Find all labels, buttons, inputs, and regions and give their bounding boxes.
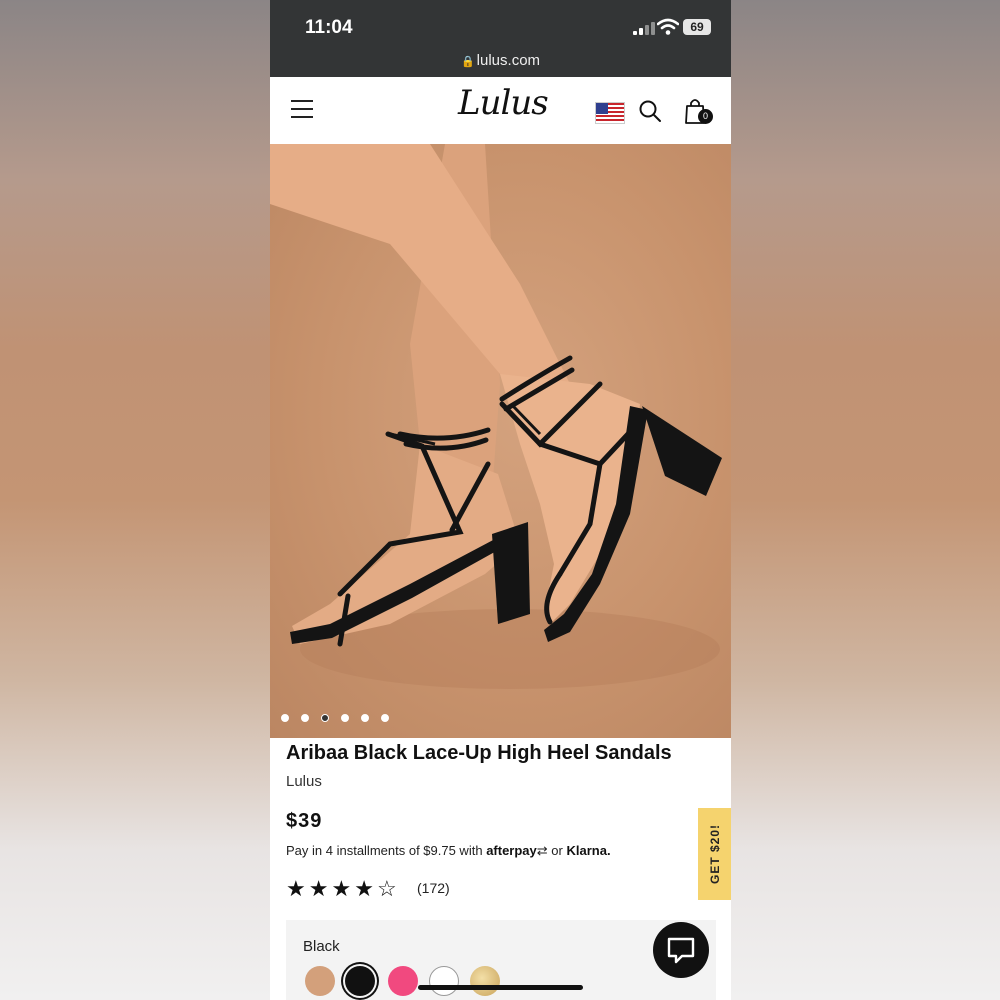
afterpay-icon: ⇄	[536, 843, 548, 858]
star-filled-icon: ★	[354, 876, 377, 901]
star-filled-icon: ★	[308, 876, 332, 901]
search-icon[interactable]	[638, 99, 662, 123]
gallery-dot[interactable]	[341, 714, 349, 722]
swatch-nude[interactable]	[305, 966, 335, 996]
url-text: lulus.com	[476, 52, 541, 69]
sandals-photo	[270, 144, 722, 689]
product-title: Aribaa Black Lace-Up High Heel Sandals	[286, 742, 672, 764]
or-text: or	[551, 843, 563, 858]
chat-bubble-icon	[667, 937, 695, 964]
cart-count-badge: 0	[698, 109, 713, 124]
gallery-dot[interactable]	[381, 714, 389, 722]
klarna-logo[interactable]: Klarna.	[566, 843, 610, 858]
menu-icon[interactable]	[291, 100, 313, 118]
swatch-white[interactable]	[429, 966, 459, 996]
status-bar: 11:04 69 🔒 lulus.com	[270, 0, 731, 77]
promo-tab[interactable]: GET $20!	[698, 808, 731, 900]
home-indicator[interactable]	[418, 985, 583, 990]
selected-color-label: Black	[303, 938, 340, 955]
gallery-dot[interactable]	[301, 714, 309, 722]
wifi-icon	[657, 18, 679, 35]
chat-button[interactable]	[653, 922, 709, 978]
installments-info: Pay in 4 installments of $9.75 with afte…	[286, 843, 611, 859]
installments-text: Pay in 4 installments of $9.75 with	[286, 843, 483, 858]
star-empty-icon: ☆	[376, 876, 400, 901]
product-price: $39	[286, 810, 323, 832]
address-bar[interactable]: 🔒 lulus.com	[270, 52, 731, 69]
us-flag-icon[interactable]	[595, 102, 625, 124]
logo[interactable]: Lulus	[458, 83, 549, 123]
product-brand[interactable]: Lulus	[286, 773, 322, 790]
gallery-dot[interactable]	[361, 714, 369, 722]
battery-indicator: 69	[683, 19, 711, 35]
phone-screen: 11:04 69 🔒 lulus.com Lulus 0 Aribaa Blac…	[270, 0, 731, 1000]
review-count[interactable]: (172)	[417, 880, 450, 896]
gallery-dot[interactable]	[281, 714, 289, 722]
rating-stars[interactable]: ★★★★☆	[286, 876, 400, 902]
clock: 11:04	[305, 17, 353, 38]
product-image[interactable]	[270, 144, 731, 738]
swatch-black[interactable]	[345, 966, 375, 996]
site-header: Lulus 0	[270, 77, 731, 144]
lock-icon: 🔒	[460, 56, 475, 68]
star-filled-icon: ★	[286, 876, 309, 901]
star-filled-icon: ★	[331, 876, 355, 901]
swatch-pink[interactable]	[388, 966, 418, 996]
swatch-gold[interactable]	[470, 966, 500, 996]
promo-label: GET $20!	[707, 823, 722, 885]
afterpay-logo[interactable]: afterpay	[486, 843, 537, 858]
cellular-signal-icon	[633, 22, 655, 35]
gallery-dot-active[interactable]	[321, 714, 329, 722]
